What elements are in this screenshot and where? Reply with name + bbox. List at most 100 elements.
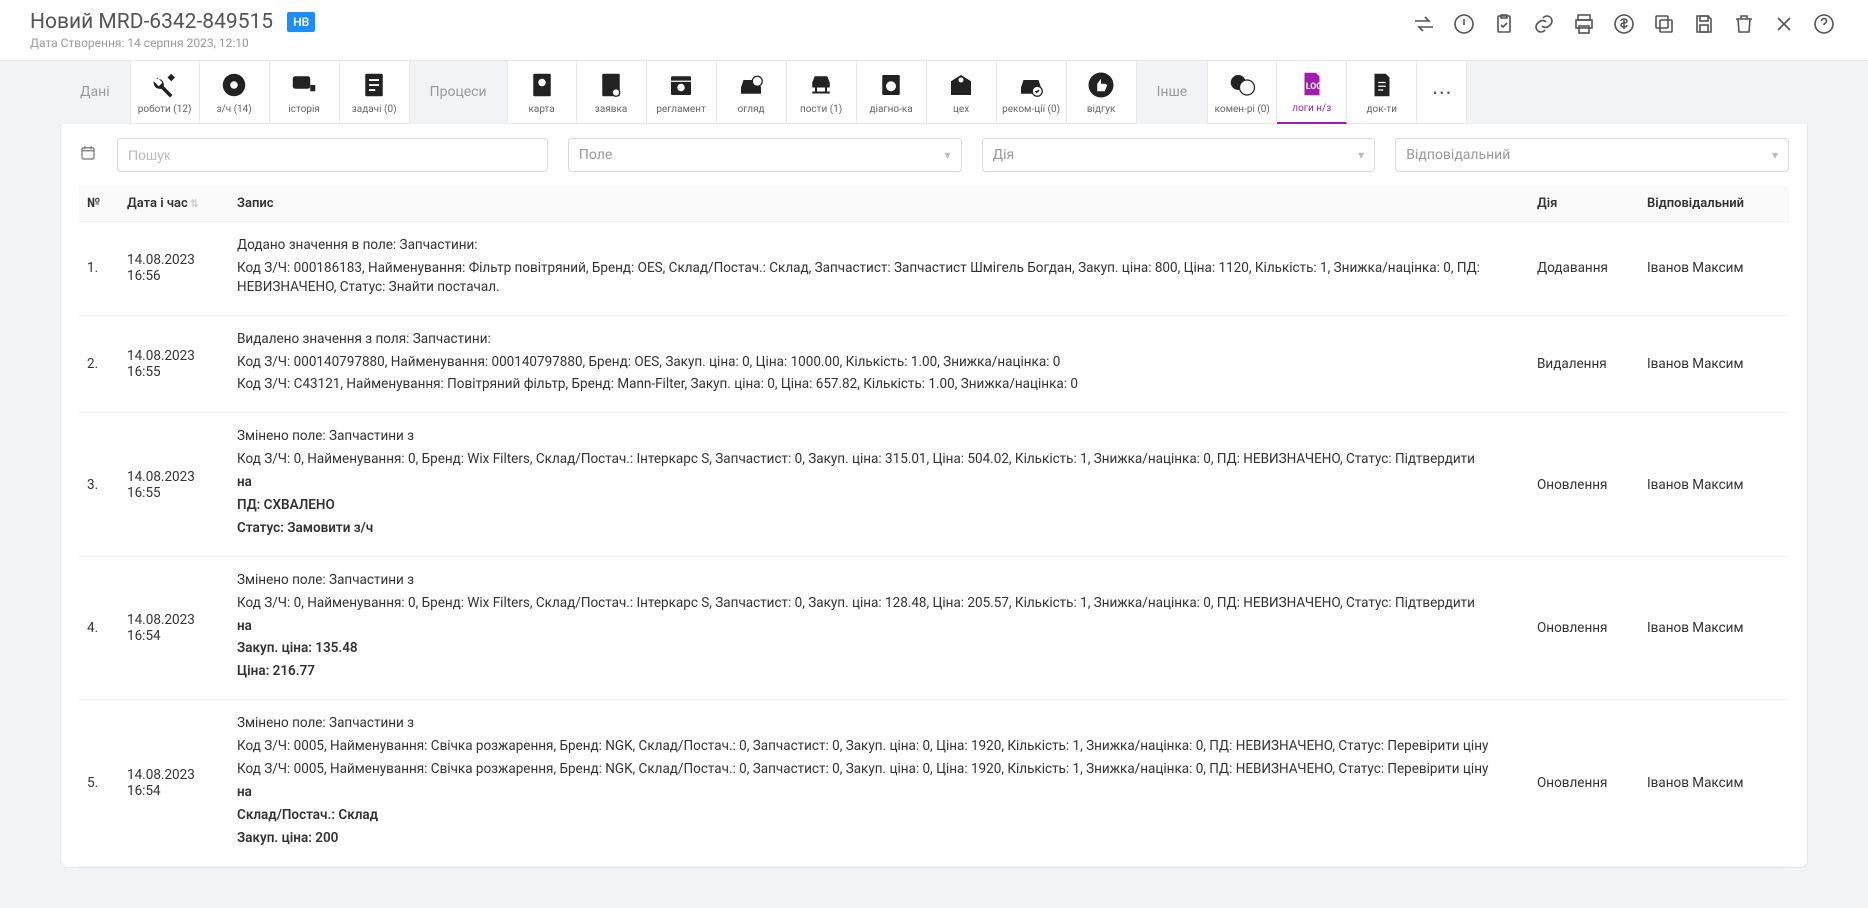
cell-responsible: Іванов Максим: [1639, 222, 1789, 316]
record-line: Видалено значення з поля: Запчастини:: [237, 330, 1521, 349]
save-icon[interactable]: [1690, 10, 1718, 38]
car-list-icon: [289, 70, 319, 100]
tab-logs[interactable]: LOG логи н/з: [1277, 60, 1347, 124]
search-input-wrap[interactable]: [117, 138, 548, 172]
cell-responsible: Іванов Максим: [1639, 413, 1789, 556]
copy-icon[interactable]: [1650, 10, 1678, 38]
washer-icon: [876, 70, 906, 100]
tab-workshop[interactable]: цех: [927, 60, 997, 124]
tab-label: діагно-ка: [870, 104, 913, 115]
cell-no: 4.: [79, 556, 119, 699]
cell-no: 2.: [79, 315, 119, 413]
responsible-placeholder: Відповідальний: [1406, 147, 1510, 163]
tab-inspection[interactable]: огляд: [717, 60, 787, 124]
tab-label: відгук: [1087, 104, 1116, 115]
field-select[interactable]: Поле ▾: [568, 138, 962, 172]
help-icon[interactable]: [1810, 10, 1838, 38]
cell-datetime: 14.08.2023 16:54: [119, 556, 229, 699]
doc-lines-icon: [1367, 70, 1397, 100]
map-pin-icon: [527, 70, 557, 100]
tab-tasks[interactable]: задачі (0): [340, 60, 410, 124]
cell-datetime: 14.08.2023 16:55: [119, 315, 229, 413]
cell-record: Змінено поле: Запчастини зКод З/Ч: 0005,…: [229, 700, 1529, 866]
currency-icon[interactable]: [1610, 10, 1638, 38]
th-datetime[interactable]: Дата і час: [119, 186, 229, 222]
garage-icon: [946, 70, 976, 100]
tab-history[interactable]: історія: [270, 60, 340, 124]
tab-label: з/ч (14): [216, 104, 251, 115]
warning-icon[interactable]: [1450, 10, 1478, 38]
cell-action: Оновлення: [1529, 556, 1639, 699]
print-icon[interactable]: [1570, 10, 1598, 38]
tab-recommendations[interactable]: реком-ції (0): [997, 60, 1067, 124]
record-line: Код З/Ч: 0005, Найменування: Свічка розж…: [237, 737, 1521, 756]
link-icon[interactable]: [1530, 10, 1558, 38]
page-title: Новий MRD-6342-849515: [30, 10, 273, 34]
filter-row: Поле ▾ Дія ▾ Відповідальний ▾: [79, 138, 1789, 172]
record-line: Закуп. ціна: 135.48: [237, 639, 1521, 658]
chevron-down-icon: ▾: [1358, 148, 1364, 162]
record-line: на: [237, 783, 1521, 802]
responsible-select[interactable]: Відповідальний ▾: [1395, 138, 1789, 172]
svg-text:LOG: LOG: [1305, 82, 1321, 92]
tab-diagnostics[interactable]: діагно-ка: [857, 60, 927, 124]
tab-works[interactable]: роботи (12): [130, 60, 200, 124]
swap-icon[interactable]: [1410, 10, 1438, 38]
tab-regulation[interactable]: регламент: [647, 60, 717, 124]
tab-label: задачі (0): [352, 104, 397, 115]
calendar-gear-icon: [666, 70, 696, 100]
tab-label: логи н/з: [1292, 103, 1331, 114]
tab-label: історія: [288, 104, 320, 115]
tabs: Дані роботи (12) з/ч (14) історія задачі…: [60, 60, 1808, 124]
cell-action: Оновлення: [1529, 413, 1639, 556]
record-line: Код З/Ч: C43121, Найменування: Повітряни…: [237, 375, 1521, 394]
th-responsible[interactable]: Відповідальний: [1639, 186, 1789, 222]
record-line: Склад/Постач.: Склад: [237, 806, 1521, 825]
tab-map[interactable]: карта: [507, 60, 577, 124]
tab-label: регламент: [656, 104, 705, 115]
tab-documents[interactable]: док-ти: [1347, 60, 1417, 124]
disc-icon: [219, 70, 249, 100]
th-record[interactable]: Запис: [229, 186, 1529, 222]
comments-icon: [1227, 70, 1257, 100]
cell-action: Оновлення: [1529, 700, 1639, 866]
search-input[interactable]: [128, 147, 537, 163]
tab-posts[interactable]: пости (1): [787, 60, 857, 124]
created-at: Дата Створення: 14 серпня 2023, 12:10: [30, 36, 315, 50]
close-icon[interactable]: [1770, 10, 1798, 38]
cell-responsible: Іванов Максим: [1639, 315, 1789, 413]
tab-parts[interactable]: з/ч (14): [200, 60, 270, 124]
car-lift-icon: [806, 70, 836, 100]
cell-action: Додавання: [1529, 222, 1639, 316]
topbar: Новий MRD-6342-849515 НВ Дата Створення:…: [0, 0, 1868, 61]
tab-label: док-ти: [1366, 104, 1397, 115]
action-select[interactable]: Дія ▾: [982, 138, 1376, 172]
cell-no: 3.: [79, 413, 119, 556]
tab-feedback[interactable]: відгук: [1067, 60, 1137, 124]
wrench-icon: [150, 70, 180, 100]
doc-user-icon: [596, 70, 626, 100]
tab-request[interactable]: заявка: [577, 60, 647, 124]
record-line: на: [237, 617, 1521, 636]
calendar-icon[interactable]: [79, 144, 97, 166]
record-line: Код З/Ч: 000186183, Найменування: Фільтр…: [237, 259, 1521, 297]
car-search-icon: [736, 70, 766, 100]
car-check-icon: [1016, 70, 1046, 100]
table-row: 1.14.08.2023 16:56Додано значення в поле…: [79, 222, 1789, 316]
checklist-icon: [359, 70, 389, 100]
record-line: Статус: Замовити з/ч: [237, 519, 1521, 538]
record-line: Код З/Ч: 000140797880, Найменування: 000…: [237, 353, 1521, 372]
tab-more[interactable]: ⋯: [1417, 60, 1467, 124]
cell-record: Видалено значення з поля: Запчастини: Код…: [229, 315, 1529, 413]
trash-icon[interactable]: [1730, 10, 1758, 38]
clipboard-check-icon[interactable]: [1490, 10, 1518, 38]
table-row: 2.14.08.2023 16:55Видалено значення з по…: [79, 315, 1789, 413]
th-no[interactable]: №: [79, 186, 119, 222]
th-action[interactable]: Дія: [1529, 186, 1639, 222]
record-line: на: [237, 473, 1521, 492]
record-line: Змінено поле: Запчастини з: [237, 571, 1521, 590]
chevron-down-icon: ▾: [1772, 148, 1778, 162]
log-panel: Поле ▾ Дія ▾ Відповідальний ▾ № Дата і ч…: [60, 124, 1808, 868]
tab-label: роботи (12): [138, 104, 192, 115]
tab-comments[interactable]: комен-рі (0): [1207, 60, 1277, 124]
